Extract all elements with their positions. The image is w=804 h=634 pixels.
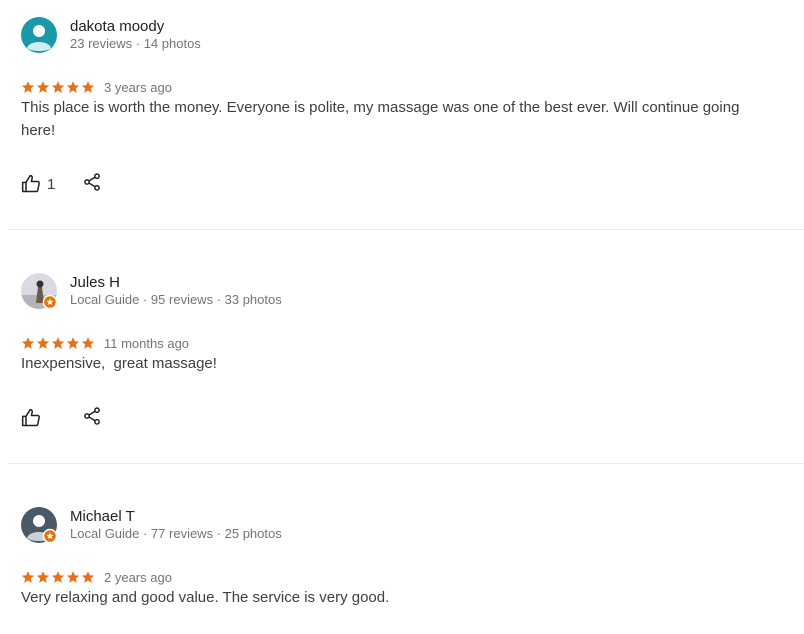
review-text: Very relaxing and good value. The servic… <box>21 589 390 606</box>
star-icon <box>81 337 95 349</box>
reviewer-name[interactable]: Michael T <box>70 508 135 526</box>
reviewer-stats: Local Guide · 77 reviews · 25 photos <box>70 526 282 541</box>
review-text: This place is worth the money. Everyone … <box>21 99 740 139</box>
star-icon <box>36 81 50 93</box>
star-icon <box>81 81 95 93</box>
star-icon <box>66 571 80 583</box>
review-divider <box>8 229 804 230</box>
star-rating <box>21 570 95 586</box>
star-icon <box>66 81 80 93</box>
star-icon <box>36 337 50 349</box>
share-button[interactable] <box>82 406 106 430</box>
like-count: 1 <box>47 175 56 193</box>
star-icon <box>36 571 50 583</box>
share-button[interactable] <box>82 172 106 196</box>
like-button[interactable]: 1 <box>21 172 55 196</box>
review-date: 3 years ago <box>104 80 172 95</box>
star-icon <box>51 81 65 93</box>
reviewer-stats: 23 reviews · 14 photos <box>70 36 201 51</box>
star-icon <box>21 337 35 349</box>
reviewer-name[interactable]: dakota moody <box>70 18 164 36</box>
star-icon <box>51 571 65 583</box>
star-icon <box>21 81 35 93</box>
star-rating <box>21 80 95 96</box>
reviewer-name[interactable]: Jules H <box>70 274 120 292</box>
star-icon <box>66 337 80 349</box>
reviewer-avatar[interactable] <box>21 273 57 309</box>
thumbs-up-icon <box>21 174 40 193</box>
star-icon <box>21 571 35 583</box>
star-rating <box>21 336 95 352</box>
thumbs-up-icon <box>21 408 40 427</box>
share-icon <box>84 173 100 191</box>
reviewer-avatar[interactable] <box>21 507 57 543</box>
star-icon <box>51 337 65 349</box>
reviewer-avatar[interactable] <box>21 17 57 53</box>
like-button[interactable] <box>21 406 41 430</box>
photo-avatar-icon <box>21 273 57 309</box>
review-date: 2 years ago <box>104 570 172 585</box>
default-person-avatar-icon <box>21 17 57 53</box>
star-icon <box>81 571 95 583</box>
review-text: Inexpensive, great massage! <box>21 355 217 372</box>
review-divider <box>8 463 804 464</box>
review-date: 11 months ago <box>104 336 190 351</box>
share-icon <box>84 407 100 425</box>
default-person-avatar-icon <box>21 507 57 543</box>
reviewer-stats: Local Guide · 95 reviews · 33 photos <box>70 292 282 307</box>
